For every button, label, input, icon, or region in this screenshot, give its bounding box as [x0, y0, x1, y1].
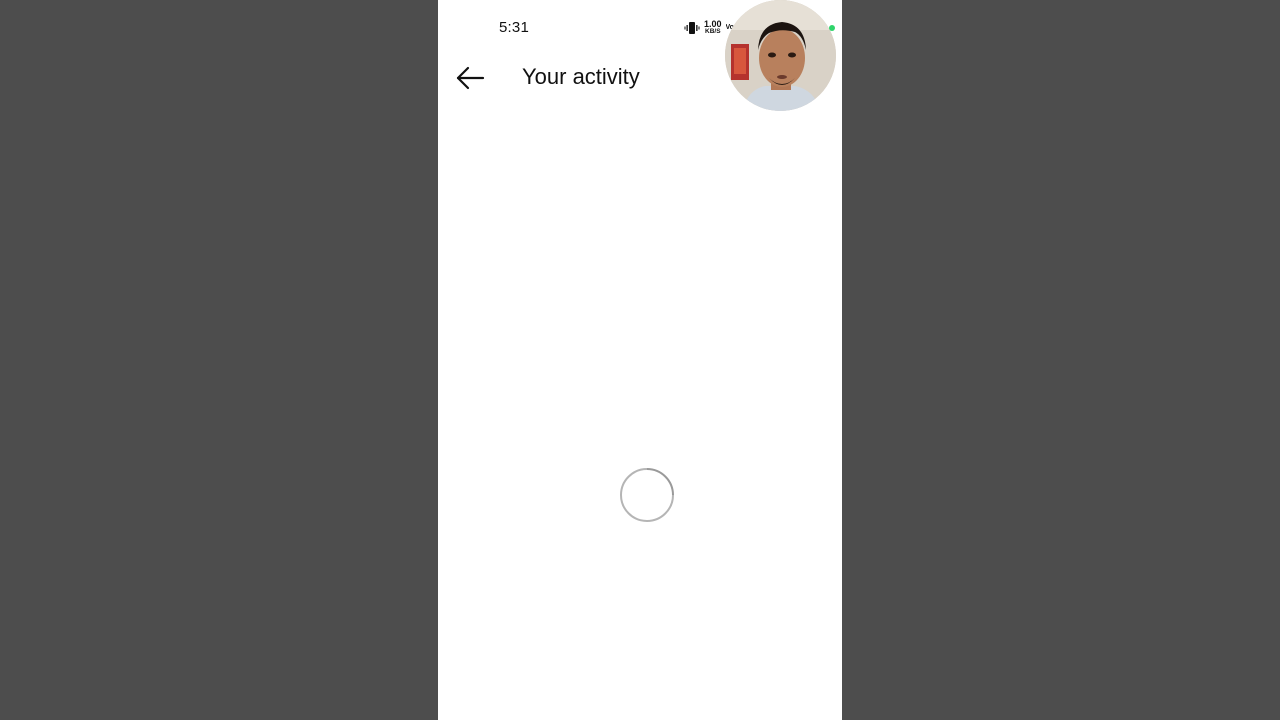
loading-spinner	[617, 465, 677, 525]
stage: 5:31 1.00 KB/S Vo Your activity	[0, 0, 1280, 720]
network-speed-indicator: 1.00 KB/S	[704, 20, 722, 36]
back-button[interactable]	[454, 63, 486, 93]
privacy-indicator-dot	[829, 25, 835, 31]
net-speed-unit: KB/S	[705, 28, 721, 35]
page-title: Your activity	[522, 64, 640, 89]
loading-spinner-icon	[620, 468, 674, 522]
net-speed-value: 1.00	[704, 19, 722, 29]
vibrate-icon	[684, 22, 700, 34]
status-time: 5:31	[499, 19, 529, 36]
webcam-overlay	[725, 0, 836, 111]
presenter-avatar	[725, 0, 836, 111]
back-arrow-icon	[456, 66, 485, 90]
